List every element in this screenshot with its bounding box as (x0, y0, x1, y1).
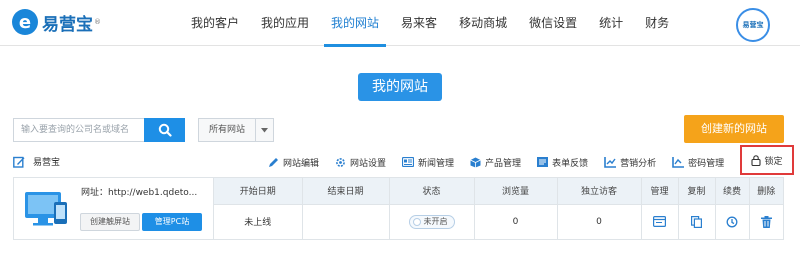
nav-yilaike[interactable]: 易来客 (390, 0, 448, 46)
news-icon (402, 157, 415, 167)
site-url: 网址：http://web1.qdeto... (81, 188, 198, 198)
action-label: 新闻管理 (418, 158, 455, 169)
views-cell: 0 (473, 204, 557, 239)
manage-cell (640, 204, 678, 239)
action-site-edit[interactable]: 网站编辑 (268, 156, 319, 169)
site-action-toolbar: 网站编辑 网站设置 新闻管理 产品管理 表单反馈 营销分析 密码管理 (268, 152, 740, 172)
search-bar: 输入要查询的公司名或域名 (13, 118, 185, 142)
registered-mark: ® (94, 18, 101, 26)
toggle-knob (412, 217, 421, 226)
status-cell: 未开启 (388, 204, 474, 239)
action-site-settings[interactable]: 网站设置 (335, 156, 386, 169)
site-table: 网址：http://web1.qdeto... 创建触屏站 管理PC站 开始日期… (13, 177, 784, 240)
lock-button[interactable]: 锁定 (740, 145, 794, 175)
action-label: 网站编辑 (283, 158, 320, 169)
lock-label: 锁定 (764, 156, 783, 167)
gear-icon (336, 157, 345, 167)
user-avatar[interactable]: 易营宝 (736, 8, 770, 42)
search-icon (158, 123, 172, 137)
search-input[interactable]: 输入要查询的公司名或域名 (13, 118, 144, 142)
manage-pc-site-button[interactable]: 管理PC站 (142, 213, 202, 231)
nav-statistics[interactable]: 统计 (588, 0, 634, 46)
brand-name: 易营宝 (42, 14, 93, 35)
chart-icon (604, 156, 617, 168)
table-header-row: 开始日期 结束日期 状态 浏览量 独立访客 管理 复制 续费 删除 (214, 178, 783, 205)
page-title: 我的网站 (358, 73, 442, 101)
column-header: 开始日期 (214, 178, 302, 205)
action-news-management[interactable]: 新闻管理 (402, 156, 454, 169)
column-header: 结束日期 (301, 178, 389, 205)
page: e 易营宝 ® 我的客户 我的应用 我的网站 易来客 移动商城 微信设置 统计 … (0, 0, 800, 256)
site-stats-table: 开始日期 结束日期 状态 浏览量 独立访客 管理 复制 续费 删除 未上线 未开… (214, 178, 783, 239)
logo-mark: e (12, 9, 38, 35)
column-header: 浏览量 (473, 178, 557, 205)
status-toggle[interactable]: 未开启 (408, 214, 455, 229)
nav-mobile-mall[interactable]: 移动商城 (448, 0, 518, 46)
table-row: 未上线 未开启 0 0 (214, 204, 783, 239)
edit-icon[interactable] (13, 156, 25, 168)
form-icon (537, 157, 549, 167)
box-icon (470, 157, 481, 167)
brand-logo[interactable]: e 易营宝 ® (12, 9, 101, 35)
nav-my-customers[interactable]: 我的客户 (180, 0, 250, 46)
manage-icon[interactable] (653, 216, 666, 228)
action-password-management[interactable]: 密码管理 (672, 156, 724, 169)
create-mobile-site-button[interactable]: 创建触屏站 (80, 213, 140, 231)
site-name: 易营宝 (33, 158, 61, 168)
site-filter-value: 所有网站 (209, 125, 246, 135)
end-date-cell (301, 204, 389, 239)
action-label: 产品管理 (485, 158, 522, 169)
action-label: 营销分析 (620, 158, 657, 169)
lock-icon (751, 154, 762, 166)
nav-finance[interactable]: 财务 (634, 0, 680, 46)
column-header: 续费 (714, 178, 749, 205)
action-label: 表单反馈 (552, 158, 589, 169)
site-filter-select[interactable]: 所有网站 (198, 118, 274, 142)
renew-cell (714, 204, 749, 239)
column-header: 管理 (640, 178, 678, 205)
create-site-button[interactable]: 创建新的网站 (684, 115, 784, 143)
copy-cell (677, 204, 715, 239)
nav-my-websites[interactable]: 我的网站 (320, 0, 390, 47)
site-summary-cell: 网址：http://web1.qdeto... 创建触屏站 管理PC站 (14, 178, 214, 239)
status-label: 未开启 (423, 217, 448, 227)
main-nav: 我的客户 我的应用 我的网站 易来客 移动商城 微信设置 统计 财务 (180, 0, 680, 47)
nav-wechat-settings[interactable]: 微信设置 (518, 0, 588, 46)
search-button[interactable] (144, 118, 185, 142)
chevron-down-icon (255, 119, 273, 141)
action-product-management[interactable]: 产品管理 (470, 156, 521, 169)
website-thumbnail-icon (25, 192, 67, 226)
action-marketing-analysis[interactable]: 营销分析 (604, 156, 656, 169)
password-icon (672, 156, 685, 168)
trash-icon[interactable] (760, 215, 772, 228)
action-label: 密码管理 (688, 158, 725, 169)
pencil-icon (269, 157, 278, 167)
column-header: 删除 (748, 178, 783, 205)
start-date-cell: 未上线 (244, 218, 272, 229)
delete-cell (748, 204, 783, 239)
action-label: 网站设置 (350, 158, 387, 169)
column-header: 状态 (388, 178, 474, 205)
copy-icon[interactable] (691, 215, 702, 228)
action-form-feedback[interactable]: 表单反馈 (537, 156, 588, 169)
visitors-cell: 0 (556, 204, 641, 239)
renew-icon[interactable] (726, 216, 738, 228)
nav-my-apps[interactable]: 我的应用 (250, 0, 320, 46)
column-header: 独立访客 (556, 178, 641, 205)
site-name-row: 易营宝 (13, 155, 60, 168)
column-header: 复制 (677, 178, 715, 205)
top-bar: e 易营宝 ® 我的客户 我的应用 我的网站 易来客 移动商城 微信设置 统计 … (0, 0, 800, 47)
